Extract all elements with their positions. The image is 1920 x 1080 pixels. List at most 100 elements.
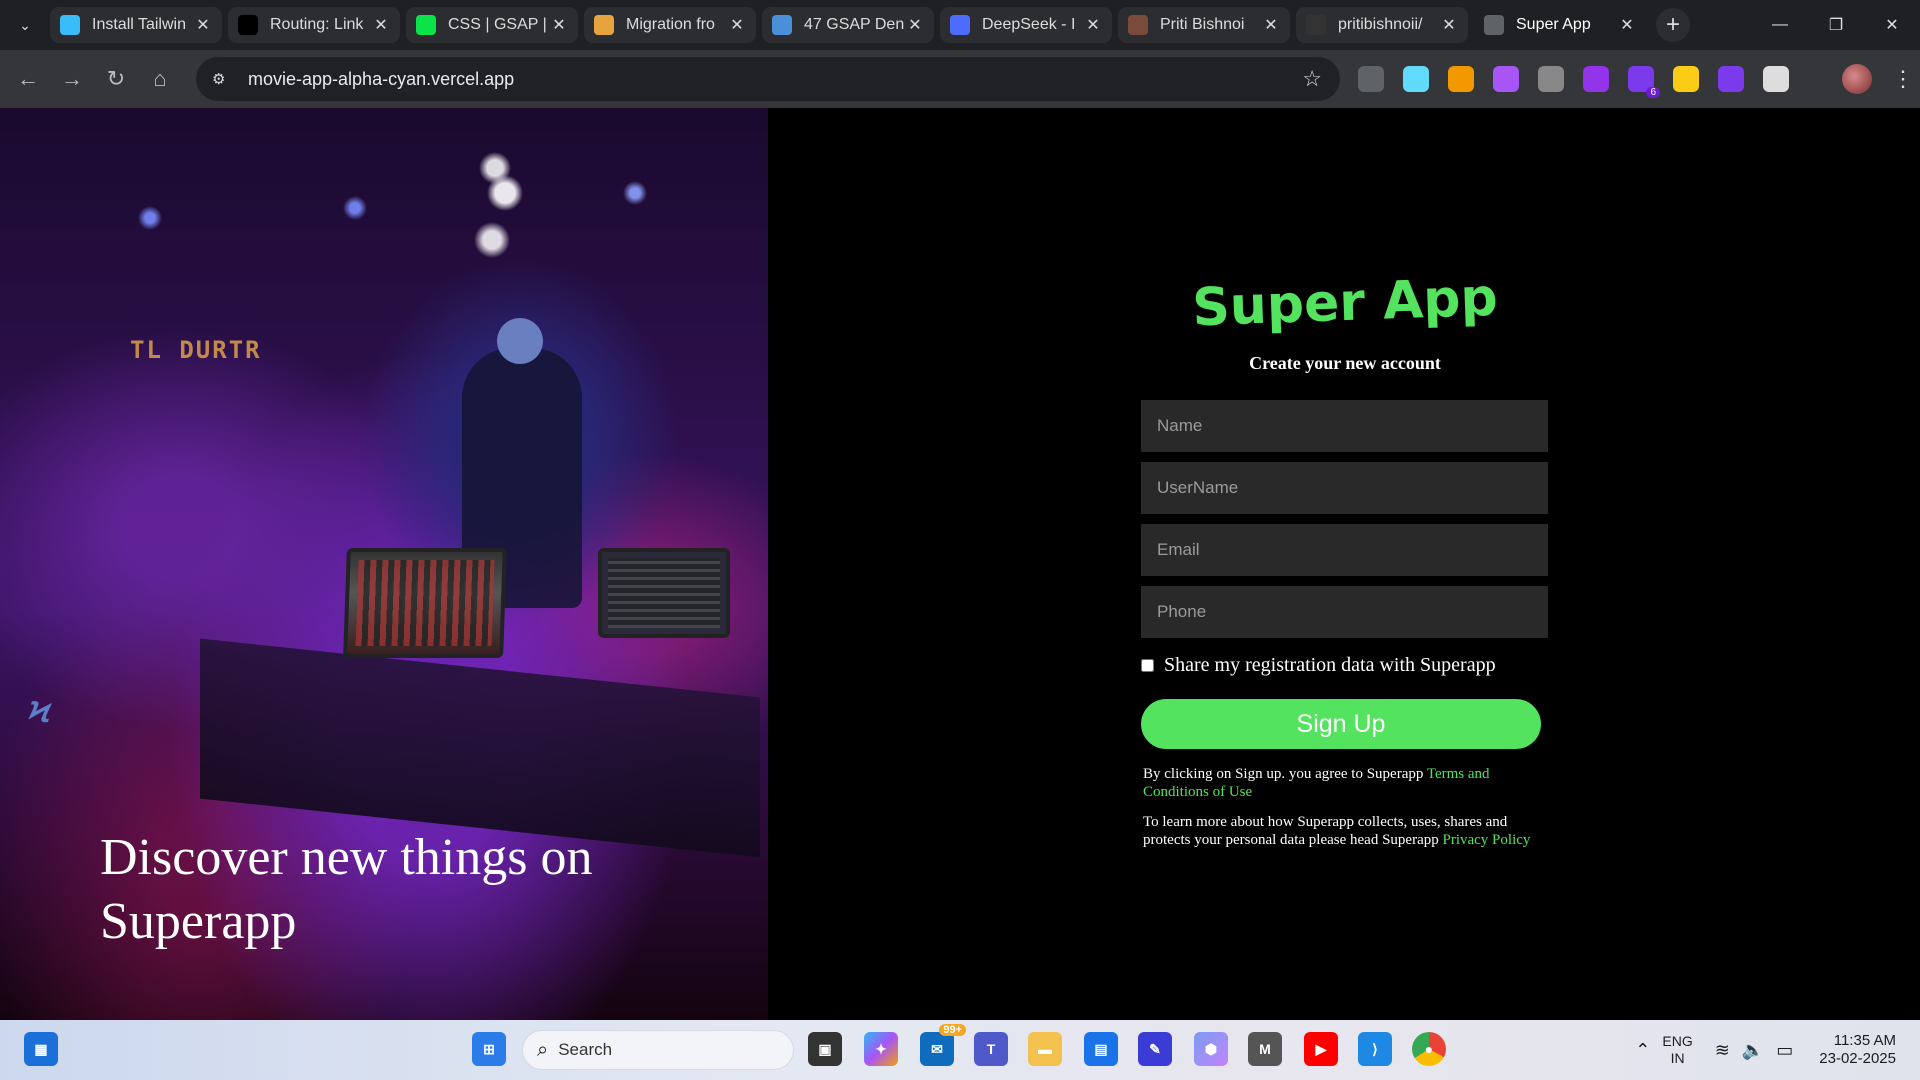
browser-menu-icon[interactable]: ⋮ — [1892, 66, 1914, 92]
m-app-icon[interactable]: M — [1248, 1032, 1282, 1066]
battery-icon[interactable]: ▭ — [1776, 1040, 1793, 1061]
forward-icon[interactable]: → — [50, 57, 94, 101]
privacy-link[interactable]: Privacy Policy — [1442, 832, 1530, 848]
widgets-icon[interactable]: ▦ — [24, 1032, 58, 1066]
browser-tab[interactable]: 47 GSAP Den ✕ — [762, 7, 934, 43]
globe-icon — [1484, 15, 1504, 35]
browser-tab[interactable]: pritibishnoii/ ✕ — [1296, 7, 1468, 43]
sign-up-button[interactable]: Sign Up — [1141, 699, 1541, 749]
page: TL DURTR Ϟ Discover new things on Supera… — [0, 108, 1920, 1020]
address-bar[interactable]: ⚙ movie-app-alpha-cyan.vercel.app ☆ — [196, 57, 1340, 101]
clock-time: 11:35 AM — [1833, 1032, 1896, 1049]
hero-image: TL DURTR Ϟ Discover new things on Supera… — [0, 108, 768, 1020]
tab-close-icon[interactable]: ✕ — [1084, 15, 1102, 35]
app-hex-icon[interactable]: ⬢ — [1194, 1032, 1228, 1066]
chrome-icon[interactable]: ● — [1412, 1032, 1446, 1066]
reload-icon[interactable]: ↻ — [94, 57, 138, 101]
tab-close-icon[interactable]: ✕ — [1440, 15, 1458, 35]
camera-icon[interactable] — [1358, 66, 1384, 92]
username-input[interactable] — [1141, 462, 1548, 514]
restore-icon[interactable]: ❐ — [1808, 0, 1864, 50]
browser-tab[interactable]: Install Tailwin ✕ — [50, 7, 222, 43]
tab-close-icon[interactable]: ✕ — [194, 15, 212, 35]
ruler-icon[interactable] — [1673, 66, 1699, 92]
target-icon[interactable] — [1538, 66, 1564, 92]
tab-close-icon[interactable]: ✕ — [1618, 15, 1636, 35]
tab-close-icon[interactable]: ✕ — [550, 15, 568, 35]
start-icon[interactable]: ⊞ — [472, 1032, 506, 1066]
browser-tab[interactable]: Migration fro ✕ — [584, 7, 756, 43]
redux-icon[interactable] — [1493, 66, 1519, 92]
taskbar-search[interactable]: ⌕ Search — [522, 1030, 794, 1070]
site-info-icon[interactable]: ⚙ — [212, 70, 234, 88]
browser-tab[interactable]: CSS | GSAP | I ✕ — [406, 7, 578, 43]
tab-close-icon[interactable]: ✕ — [372, 15, 390, 35]
minimize-icon[interactable]: — — [1752, 0, 1808, 50]
language-indicator[interactable]: ENG IN — [1662, 1033, 1692, 1067]
browser-tab[interactable]: Priti Bishnoi ✕ — [1118, 7, 1290, 43]
email-input[interactable] — [1141, 524, 1548, 576]
pen-icon[interactable] — [1448, 66, 1474, 92]
name-input[interactable] — [1141, 400, 1548, 452]
tab-title: Super App — [1516, 16, 1591, 33]
tab-title: Routing: Link — [270, 16, 364, 33]
form-subtitle: Create your new account — [1249, 353, 1441, 373]
tailwind-icon — [60, 15, 80, 35]
app-title: Super App — [1191, 267, 1499, 339]
bookmark-star-icon[interactable]: ☆ — [1302, 66, 1322, 92]
back-icon[interactable]: ← — [6, 57, 50, 101]
browser-tab-bar: ⌄ Install Tailwin ✕ Routing: Link ✕ CSS | GS… — [0, 0, 1920, 50]
signup-form: Super App Create your new account Share … — [1141, 268, 1549, 849]
react-icon[interactable] — [1403, 66, 1429, 92]
store-icon[interactable]: ▤ — [1084, 1032, 1118, 1066]
tab-search-dropdown-icon[interactable]: ⌄ — [0, 0, 50, 50]
extensions-icon[interactable] — [1763, 66, 1789, 92]
consent-label: Share my registration data with Superapp — [1164, 654, 1496, 676]
browser-tab[interactable]: DeepSeek - I ✕ — [940, 7, 1112, 43]
youtube-icon[interactable]: ▶ — [1304, 1032, 1338, 1066]
tray-overflow-icon[interactable]: ⌃ — [1635, 1040, 1650, 1061]
taskbar-search-label: Search — [558, 1040, 613, 1059]
tab-title: CSS | GSAP | I — [448, 16, 550, 33]
search-icon: ⌕ — [537, 1038, 549, 1061]
puzzle-badge-icon[interactable]: 6 — [1628, 66, 1660, 98]
tab-title: DeepSeek - I — [982, 16, 1076, 33]
browser-tab[interactable]: Super App ✕ — [1474, 7, 1646, 43]
consent-checkbox[interactable] — [1141, 659, 1154, 672]
vscode-icon[interactable]: ⟩ — [1358, 1032, 1392, 1066]
url-text[interactable]: movie-app-alpha-cyan.vercel.app — [248, 69, 514, 90]
clock-date: 23-02-2025 — [1819, 1050, 1896, 1067]
tab-close-icon[interactable]: ✕ — [906, 15, 924, 35]
extensions-bar: 6 — [1358, 50, 1808, 108]
wifi-icon[interactable]: ≋ — [1715, 1040, 1730, 1061]
region-code: IN — [1670, 1050, 1685, 1066]
profile-avatar[interactable] — [1842, 64, 1872, 94]
copilot-icon[interactable]: ✦ — [864, 1032, 898, 1066]
new-tab-button[interactable]: + — [1656, 8, 1690, 42]
tab-close-icon[interactable]: ✕ — [728, 15, 746, 35]
mail-badge: 99+ — [939, 1024, 966, 1036]
tab-title: Migration fro — [626, 16, 715, 33]
side-logo-icon: Ϟ — [23, 696, 56, 729]
tab-close-icon[interactable]: ✕ — [1262, 15, 1280, 35]
task-view-icon[interactable]: ▣ — [808, 1032, 842, 1066]
mail-icon[interactable]: ✉ 99+ — [920, 1024, 966, 1066]
tab-strip: Install Tailwin ✕ Routing: Link ✕ CSS | GSAP… — [50, 7, 1652, 43]
file-explorer-icon[interactable]: ▬ — [1028, 1032, 1062, 1066]
phone-input[interactable] — [1141, 586, 1548, 638]
color-wheel-icon[interactable] — [1718, 66, 1744, 92]
hero-caption: Discover new things on Superapp — [100, 829, 593, 950]
tab-title: 47 GSAP Den — [804, 16, 905, 33]
system-tray: ⌃ ENG IN ≋ 🔈 ▭ 11:35 AM 23-02-2025 — [1635, 1020, 1920, 1080]
pen-app-icon[interactable]: ✎ — [1138, 1032, 1172, 1066]
close-window-icon[interactable]: ✕ — [1864, 0, 1920, 50]
clock[interactable]: 11:35 AM 23-02-2025 — [1819, 1032, 1896, 1068]
teams-icon[interactable]: T — [974, 1032, 1008, 1066]
tab-title: Priti Bishnoi — [1160, 16, 1245, 33]
tab-title: pritibishnoii/ — [1338, 16, 1423, 33]
home-icon[interactable]: ⌂ — [138, 57, 182, 101]
volume-icon[interactable]: 🔈 — [1742, 1040, 1764, 1061]
gear-icon[interactable] — [1583, 66, 1609, 92]
browser-tab[interactable]: Routing: Link ✕ — [228, 7, 400, 43]
github-icon — [1306, 15, 1326, 35]
